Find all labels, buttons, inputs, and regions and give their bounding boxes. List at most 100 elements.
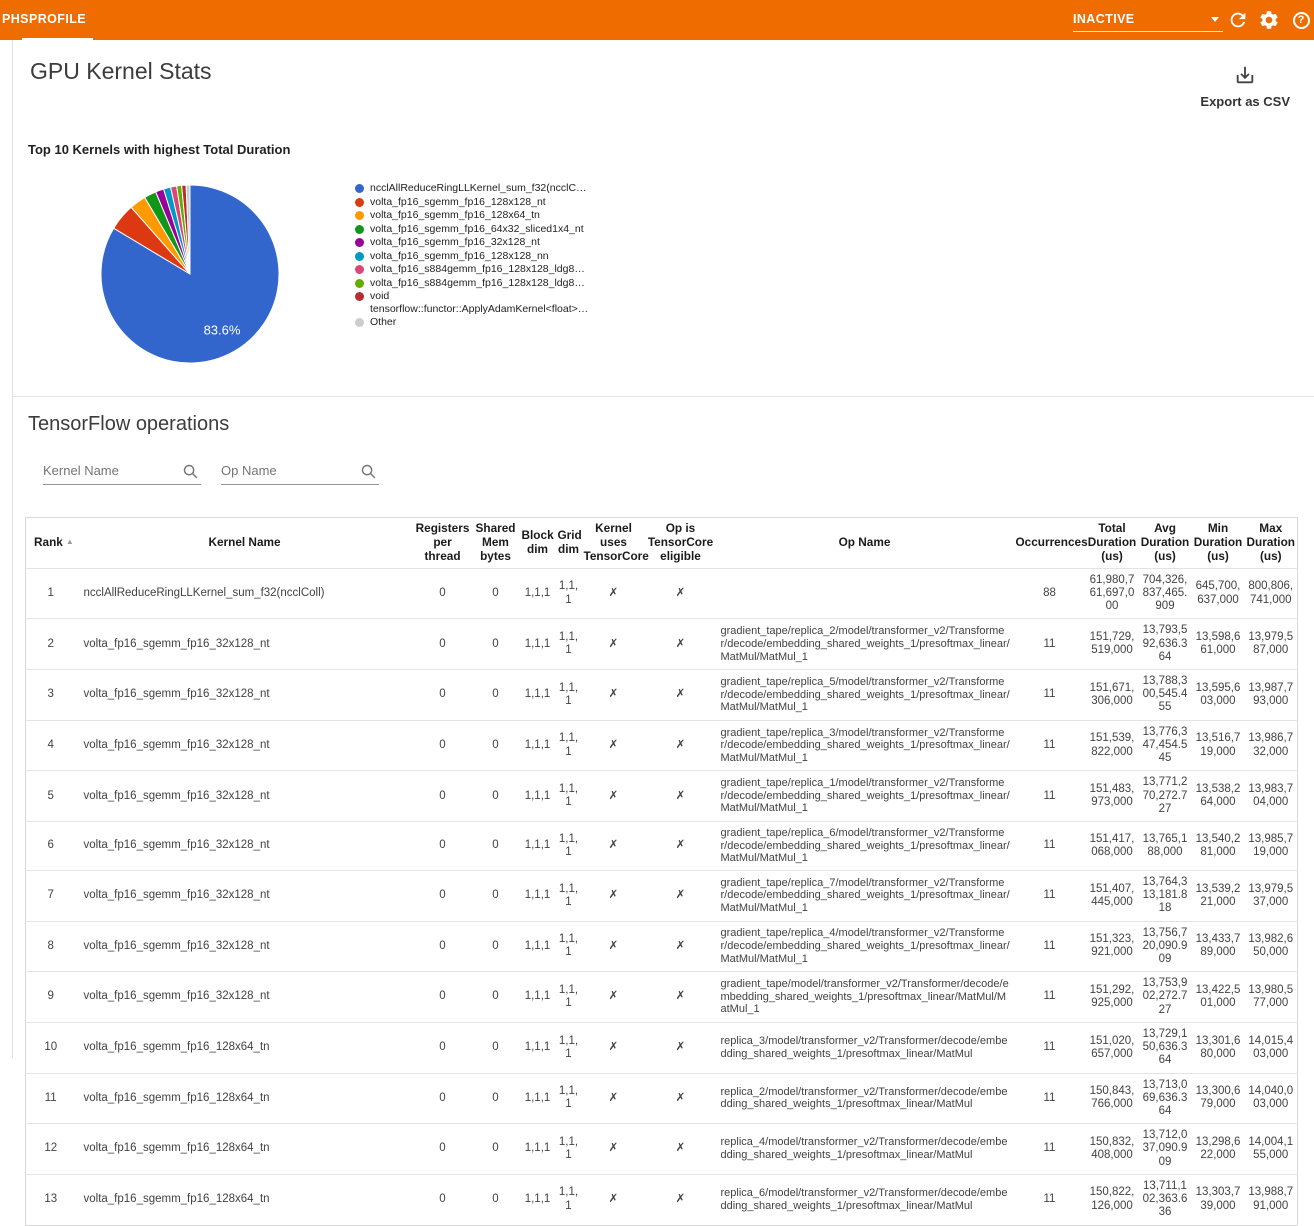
legend-item[interactable]: volta_fp16_s884gemm_fp16_128x128_ldg8… — [355, 263, 605, 276]
cell-occurrences: 11 — [1014, 870, 1086, 921]
cell-uses-tensorcore: ✗ — [582, 720, 646, 771]
cell-occurrences: 11 — [1014, 720, 1086, 771]
cell-total-duration: 151,671,306,000 — [1086, 670, 1139, 721]
cell-tensorcore-eligible: ✗ — [646, 720, 716, 771]
legend-item[interactable]: Other — [355, 316, 605, 329]
gear-icon[interactable] — [1257, 8, 1281, 32]
cell-kernel-name: volta_fp16_sgemm_fp16_32x128_nt — [76, 720, 414, 771]
cell-rank: 13 — [26, 1174, 76, 1225]
cell-avg-duration: 13,793,592,636.364 — [1139, 619, 1192, 670]
cell-kernel-name: volta_fp16_sgemm_fp16_32x128_nt — [76, 921, 414, 972]
cell-uses-tensorcore: ✗ — [582, 822, 646, 871]
col-header-min-duration[interactable]: Min Duration (us) — [1192, 518, 1245, 569]
col-header-block-dim[interactable]: Block dim — [520, 518, 556, 569]
cell-avg-duration: 13,729,150,636.364 — [1139, 1022, 1192, 1073]
legend-item[interactable]: volta_fp16_sgemm_fp16_128x128_nn — [355, 250, 605, 263]
cell-total-duration: 150,832,408,000 — [1086, 1124, 1139, 1175]
cell-total-duration: 151,417,068,000 — [1086, 822, 1139, 871]
run-selector-dropdown[interactable]: INACTIVE — [1073, 7, 1223, 32]
export-csv-button[interactable]: Export as CSV — [1200, 64, 1290, 109]
cell-op-name: gradient_tape/model/transformer_v2/Trans… — [716, 972, 1014, 1023]
col-header-occurrences[interactable]: Occurrences — [1014, 518, 1086, 569]
cell-kernel-name: volta_fp16_sgemm_fp16_32x128_nt — [76, 771, 414, 822]
cell-occurrences: 11 — [1014, 771, 1086, 822]
legend-bullet-icon — [355, 279, 364, 288]
cell-max-duration: 800,806,741,000 — [1245, 568, 1298, 619]
export-csv-label: Export as CSV — [1200, 94, 1290, 109]
col-header-grid-dim[interactable]: Grid dim — [556, 518, 582, 569]
col-header-kernel-name[interactable]: Kernel Name — [76, 518, 414, 569]
cell-uses-tensorcore: ✗ — [582, 670, 646, 721]
tab-profile[interactable]: PROFILE — [22, 0, 93, 40]
cell-shared-mem: 0 — [472, 921, 520, 972]
cell-total-duration: 151,292,925,000 — [1086, 972, 1139, 1023]
help-icon[interactable] — [1289, 8, 1313, 32]
cell-kernel-name: volta_fp16_sgemm_fp16_32x128_nt — [76, 972, 414, 1023]
cell-tensorcore-eligible: ✗ — [646, 1022, 716, 1073]
cell-registers: 0 — [414, 1124, 472, 1175]
legend-label: volta_fp16_sgemm_fp16_64x32_sliced1x4_nt — [370, 223, 584, 236]
col-header-registers[interactable]: Registers per thread — [414, 518, 472, 569]
cell-grid-dim: 1,1,1 — [556, 822, 582, 871]
table-row: 10 volta_fp16_sgemm_fp16_128x64_tn 0 0 1… — [26, 1022, 1298, 1073]
cell-uses-tensorcore: ✗ — [582, 771, 646, 822]
legend-bullet-icon — [355, 225, 364, 234]
cell-uses-tensorcore: ✗ — [582, 921, 646, 972]
cell-grid-dim: 1,1,1 — [556, 720, 582, 771]
table-filters — [43, 459, 379, 485]
legend-bullet-icon — [355, 211, 364, 220]
cell-min-duration: 13,300,679,000 — [1192, 1073, 1245, 1124]
cell-avg-duration: 13,753,902,272.727 — [1139, 972, 1192, 1023]
cell-op-name: gradient_tape/replica_7/model/transforme… — [716, 870, 1014, 921]
legend-bullet-icon — [355, 292, 364, 301]
cell-total-duration: 151,729,519,000 — [1086, 619, 1139, 670]
cell-avg-duration: 13,711,102,363.636 — [1139, 1174, 1192, 1225]
cell-grid-dim: 1,1,1 — [556, 870, 582, 921]
legend-label: void tensorflow::functor::ApplyAdamKerne… — [370, 290, 605, 315]
cell-shared-mem: 0 — [472, 619, 520, 670]
col-header-op-name[interactable]: Op Name — [716, 518, 1014, 569]
page-title: GPU Kernel Stats — [30, 58, 212, 85]
cell-shared-mem: 0 — [472, 670, 520, 721]
col-header-rank[interactable]: Rank▲ — [26, 518, 76, 569]
cell-kernel-name: volta_fp16_sgemm_fp16_32x128_nt — [76, 822, 414, 871]
legend-label: volta_fp16_sgemm_fp16_128x128_nt — [370, 196, 546, 209]
cell-rank: 12 — [26, 1124, 76, 1175]
legend-item[interactable]: volta_fp16_sgemm_fp16_128x64_tn — [355, 209, 605, 222]
operations-title: TensorFlow operations — [28, 413, 229, 436]
cell-grid-dim: 1,1,1 — [556, 1174, 582, 1225]
cell-grid-dim: 1,1,1 — [556, 972, 582, 1023]
cell-total-duration: 151,539,822,000 — [1086, 720, 1139, 771]
col-header-avg-duration[interactable]: Avg Duration (us) — [1139, 518, 1192, 569]
cell-registers: 0 — [414, 670, 472, 721]
cell-min-duration: 13,516,719,000 — [1192, 720, 1245, 771]
legend-item[interactable]: volta_fp16_s884gemm_fp16_128x128_ldg8… — [355, 277, 605, 290]
legend-item[interactable]: volta_fp16_sgemm_fp16_32x128_nt — [355, 236, 605, 249]
cell-kernel-name: volta_fp16_sgemm_fp16_32x128_nt — [76, 670, 414, 721]
cell-kernel-name: volta_fp16_sgemm_fp16_128x64_tn — [76, 1174, 414, 1225]
legend-item[interactable]: void tensorflow::functor::ApplyAdamKerne… — [355, 290, 605, 315]
pie-chart-container: 83.6% — [94, 180, 286, 377]
col-header-max-duration[interactable]: Max Duration (us) — [1245, 518, 1298, 569]
col-header-op-tensorcore-eligible[interactable]: Op is TensorCore eligible — [646, 518, 716, 569]
kernel-name-input[interactable] — [43, 459, 201, 485]
cell-max-duration: 14,015,403,000 — [1245, 1022, 1298, 1073]
pie-chart[interactable]: 83.6% — [94, 180, 286, 372]
cell-total-duration: 151,323,921,000 — [1086, 921, 1139, 972]
refresh-icon[interactable] — [1226, 8, 1250, 32]
col-header-total-duration[interactable]: Total Duration (us) — [1086, 518, 1139, 569]
cell-shared-mem: 0 — [472, 1174, 520, 1225]
cell-max-duration: 13,985,719,000 — [1245, 822, 1298, 871]
cell-op-name: replica_3/model/transformer_v2/Transform… — [716, 1022, 1014, 1073]
legend-item[interactable]: ncclAllReduceRingLLKernel_sum_f32(ncclC… — [355, 182, 605, 195]
legend-item[interactable]: volta_fp16_sgemm_fp16_128x128_nt — [355, 196, 605, 209]
col-header-shared-mem[interactable]: Shared Mem bytes — [472, 518, 520, 569]
col-header-kernel-tensorcore[interactable]: Kernel uses TensorCore — [582, 518, 646, 569]
legend-item[interactable]: volta_fp16_sgemm_fp16_64x32_sliced1x4_nt — [355, 223, 605, 236]
cell-avg-duration: 13,765,188,000 — [1139, 822, 1192, 871]
cell-max-duration: 14,040,003,000 — [1245, 1073, 1298, 1124]
cell-uses-tensorcore: ✗ — [582, 1022, 646, 1073]
op-name-input[interactable] — [221, 459, 379, 485]
cell-rank: 2 — [26, 619, 76, 670]
cell-max-duration: 13,986,732,000 — [1245, 720, 1298, 771]
